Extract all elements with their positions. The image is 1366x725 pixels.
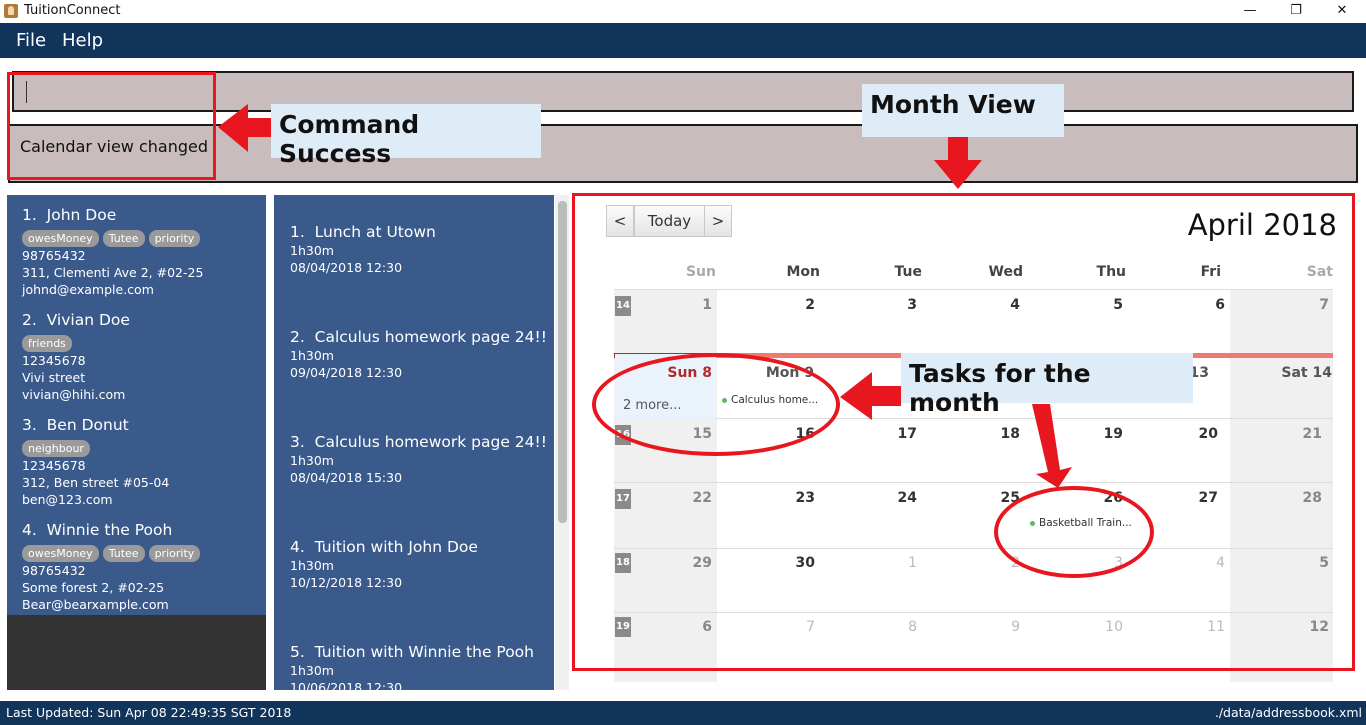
task-card[interactable]: 2. Calculus homework page 24!! 1h30m 09/… — [290, 327, 550, 381]
tag-badge: owesMoney — [22, 545, 99, 562]
app-icon — [4, 4, 18, 18]
task-datetime: 08/04/2018 15:30 — [290, 470, 403, 485]
window-title: TuitionConnect — [24, 3, 121, 18]
command-success-callout: Command Success — [271, 104, 541, 168]
tag-badge: Tutee — [102, 230, 145, 247]
task-card[interactable]: 4. Tuition with John Doe 1h30m 10/12/201… — [290, 537, 550, 591]
month-view-callout: Month View — [862, 84, 1064, 137]
task-datetime: 10/06/2018 12:30 — [290, 680, 403, 690]
tasks-highlight-ellipse — [994, 486, 1154, 578]
task-duration: 1h30m — [290, 558, 334, 573]
tag-badge: priority — [148, 545, 201, 562]
person-address: Vivi street — [22, 370, 86, 385]
person-tags: owesMoney Tutee priority — [22, 227, 262, 247]
person-tags: neighbour — [22, 437, 262, 457]
tag-badge: friends — [22, 335, 72, 352]
task-title: 1. Lunch at Utown — [290, 223, 436, 241]
person-card[interactable]: 4. Winnie the Pooh owesMoney Tutee priorit… — [22, 520, 262, 613]
person-address: 312, Ben street #05-04 — [22, 475, 170, 490]
task-title: 2. Calculus homework page 24!! — [290, 328, 547, 346]
person-name: 3. Ben Donut — [22, 416, 129, 434]
last-updated-text: Last Updated: Sun Apr 08 22:49:35 SGT 20… — [6, 705, 292, 720]
person-name: 4. Winnie the Pooh — [22, 521, 173, 539]
task-card[interactable]: 3. Calculus homework page 24!! 1h30m 08/… — [290, 432, 550, 486]
task-datetime: 10/12/2018 12:30 — [290, 575, 403, 590]
person-list-panel: 1. John Doe owesMoney Tutee priority 98765… — [7, 195, 266, 690]
person-card[interactable]: 3. Ben Donut neighbour 12345678 312, Ben… — [22, 415, 262, 508]
menu-bar: File Help — [0, 23, 1366, 58]
task-title: 5. Tuition with Winnie the Pooh — [290, 643, 534, 661]
minimize-button[interactable]: — — [1227, 0, 1273, 23]
task-datetime: 09/04/2018 12:30 — [290, 365, 403, 380]
person-tags: friends — [22, 332, 262, 352]
task-duration: 1h30m — [290, 243, 334, 258]
task-datetime: 08/04/2018 12:30 — [290, 260, 403, 275]
tag-badge: neighbour — [22, 440, 90, 457]
tasks-for-month-callout: Tasks for the month — [901, 353, 1193, 417]
person-address: 311, Clementi Ave 2, #02-25 — [22, 265, 204, 280]
task-list-panel: 1. Lunch at Utown 1h30m 08/04/2018 12:30… — [274, 195, 554, 690]
task-duration: 1h30m — [290, 348, 334, 363]
person-tags: owesMoney Tutee priority — [22, 542, 262, 562]
command-box-highlight — [7, 72, 216, 180]
person-phone: 98765432 — [22, 248, 86, 263]
person-name: 2. Vivian Doe — [22, 311, 130, 329]
task-card[interactable]: 5. Tuition with Winnie the Pooh 1h30m 10… — [290, 642, 550, 690]
task-title: 4. Tuition with John Doe — [290, 538, 478, 556]
task-card[interactable]: 1. Lunch at Utown 1h30m 08/04/2018 12:30 — [290, 222, 550, 276]
person-phone: 12345678 — [22, 458, 86, 473]
person-phone: 12345678 — [22, 353, 86, 368]
app-window: TuitionConnect — ❐ ✕ File Help Calendar … — [0, 0, 1366, 725]
person-email: Bear@bearxample.com — [22, 597, 169, 612]
person-email: johnd@example.com — [22, 282, 154, 297]
menu-help[interactable]: Help — [62, 30, 103, 51]
person-name: 1. John Doe — [22, 206, 117, 224]
scrollbar-thumb[interactable] — [558, 201, 567, 523]
menu-file[interactable]: File — [16, 30, 46, 51]
tag-badge: priority — [148, 230, 201, 247]
close-button[interactable]: ✕ — [1319, 0, 1365, 23]
task-title: 3. Calculus homework page 24!! — [290, 433, 547, 451]
person-address: Some forest 2, #02-25 — [22, 580, 165, 595]
status-bar: Last Updated: Sun Apr 08 22:49:35 SGT 20… — [0, 701, 1366, 725]
task-duration: 1h30m — [290, 663, 334, 678]
person-card[interactable]: 1. John Doe owesMoney Tutee priority 98765… — [22, 205, 262, 298]
person-phone: 98765432 — [22, 563, 86, 578]
tag-badge: owesMoney — [22, 230, 99, 247]
task-duration: 1h30m — [290, 453, 334, 468]
tag-badge: Tutee — [102, 545, 145, 562]
person-email: ben@123.com — [22, 492, 113, 507]
person-email: vivian@hihi.com — [22, 387, 126, 402]
data-file-path: ./data/addressbook.xml — [1214, 705, 1362, 720]
maximize-button[interactable]: ❐ — [1273, 0, 1319, 23]
tasks-highlight-ellipse — [592, 353, 840, 456]
person-card[interactable]: 2. Vivian Doe friends 12345678 Vivi stre… — [22, 310, 262, 403]
title-bar: TuitionConnect — ❐ ✕ — [0, 0, 1366, 23]
